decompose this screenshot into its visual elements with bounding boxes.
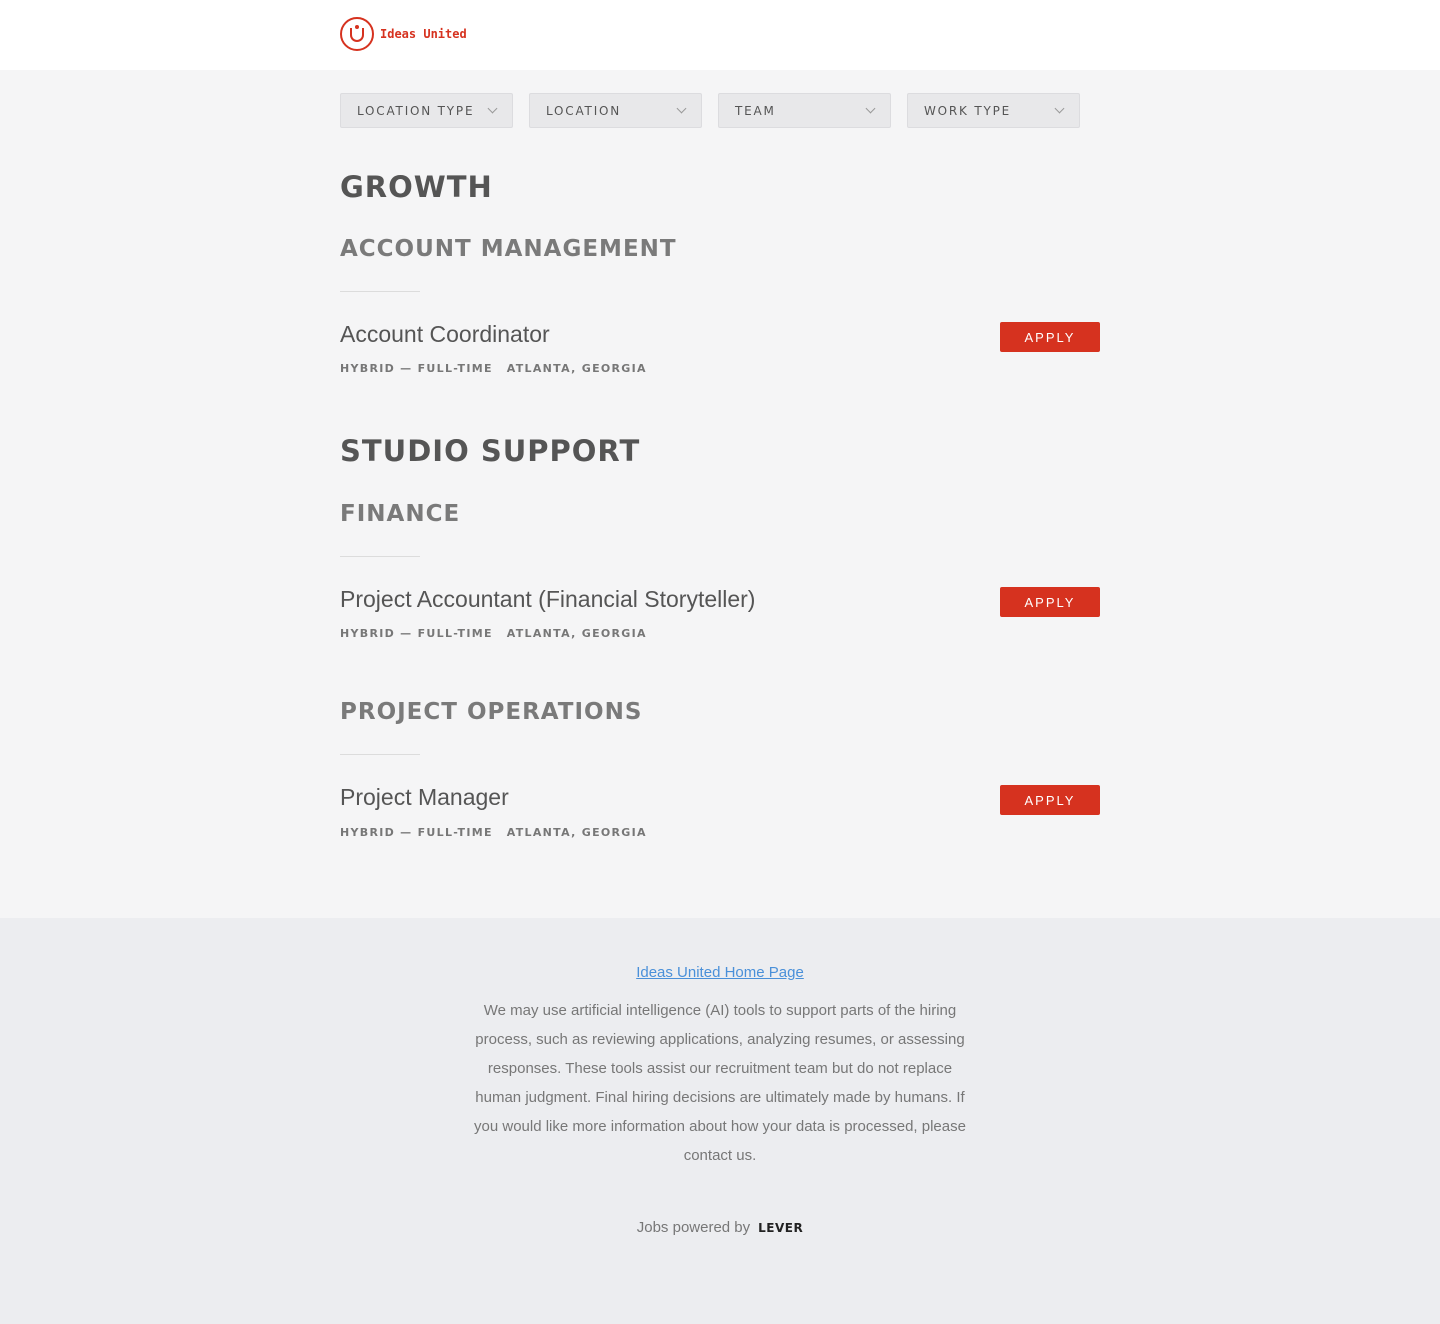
- ai-disclosure-text: We may use artificial intelligence (AI) …: [474, 1002, 966, 1164]
- lever-logo-link[interactable]: LEVER: [758, 1221, 803, 1235]
- company-home-link[interactable]: Ideas United Home Page: [636, 964, 804, 981]
- job-postings: LOCATION TYPE LOCATION TEAM WORK TYPE GR…: [340, 70, 1100, 918]
- filter-label: LOCATION TYPE: [357, 103, 475, 118]
- job-title-link[interactable]: Project Manager: [340, 784, 509, 811]
- job-location: ATLANTA, GEORGIA: [506, 826, 647, 839]
- job-work-type: HYBRID — FULL-TIME: [340, 627, 493, 640]
- top-bar: Ideas United: [0, 0, 1440, 70]
- chevron-down-icon: [1054, 103, 1065, 114]
- team-title-account-management: ACCOUNT MANAGEMENT: [340, 236, 677, 262]
- team-divider: [340, 556, 420, 557]
- filter-label: LOCATION: [546, 103, 622, 118]
- chevron-down-icon: [676, 103, 687, 114]
- powered-by-label: Jobs powered by: [636, 1219, 751, 1236]
- job-work-type: HYBRID — FULL-TIME: [340, 362, 493, 375]
- filter-label: TEAM: [735, 103, 776, 118]
- filter-team[interactable]: TEAM: [718, 93, 891, 128]
- team-title-finance: FINANCE: [340, 501, 461, 527]
- filter-label: WORK TYPE: [924, 103, 1012, 118]
- job-meta: HYBRID — FULL-TIME ATLANTA, GEORGIA: [340, 627, 647, 640]
- team-title-project-operations: PROJECT OPERATIONS: [340, 699, 643, 725]
- chevron-down-icon: [487, 103, 498, 114]
- job-title-link[interactable]: Account Coordinator: [340, 321, 550, 348]
- team-divider: [340, 754, 420, 755]
- page-footer: Ideas United Home Page We may use artifi…: [0, 918, 1440, 1324]
- job-location: ATLANTA, GEORGIA: [506, 362, 647, 375]
- filter-work-type[interactable]: WORK TYPE: [907, 93, 1080, 128]
- team-divider: [340, 291, 420, 292]
- apply-button[interactable]: APPLY: [1000, 322, 1100, 352]
- apply-button[interactable]: APPLY: [1000, 587, 1100, 617]
- ideas-united-logo-icon: [340, 17, 374, 51]
- company-logo-link[interactable]: Ideas United: [340, 17, 467, 51]
- chevron-down-icon: [865, 103, 876, 114]
- powered-by: Jobs powered by LEVER: [0, 1219, 1440, 1236]
- filter-location[interactable]: LOCATION: [529, 93, 702, 128]
- group-title-growth: GROWTH: [340, 170, 493, 204]
- job-meta: HYBRID — FULL-TIME ATLANTA, GEORGIA: [340, 362, 647, 375]
- logo-text: Ideas United: [380, 27, 467, 41]
- apply-button[interactable]: APPLY: [1000, 785, 1100, 815]
- job-title-link[interactable]: Project Accountant (Financial Storytelle…: [340, 586, 755, 613]
- job-location: ATLANTA, GEORGIA: [506, 627, 647, 640]
- job-meta: HYBRID — FULL-TIME ATLANTA, GEORGIA: [340, 826, 647, 839]
- filter-bar: LOCATION TYPE LOCATION TEAM WORK TYPE: [340, 93, 1100, 128]
- job-work-type: HYBRID — FULL-TIME: [340, 826, 493, 839]
- group-title-studio-support: STUDIO SUPPORT: [340, 434, 641, 468]
- filter-location-type[interactable]: LOCATION TYPE: [340, 93, 513, 128]
